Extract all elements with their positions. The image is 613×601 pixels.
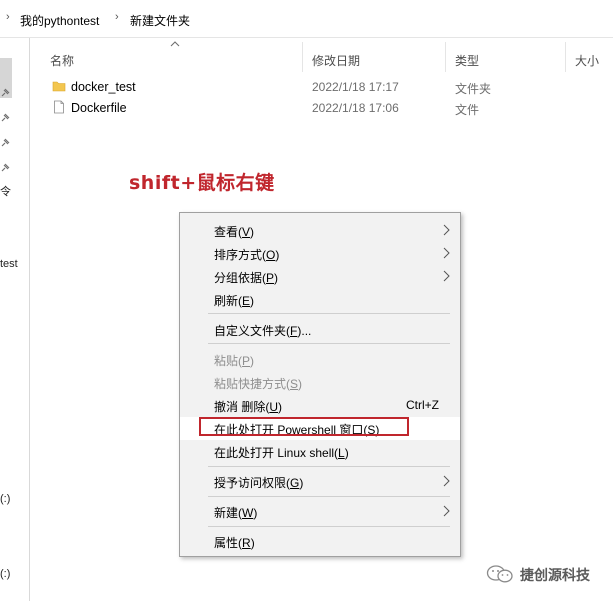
- highlight-box: [199, 417, 409, 436]
- pin-icon: [1, 138, 10, 147]
- watermark-text: 捷创源科技: [520, 567, 590, 583]
- menu-item-new[interactable]: 新建(W): [180, 500, 460, 523]
- nav-item-label[interactable]: (:): [0, 493, 10, 505]
- pin-icon: [1, 113, 10, 122]
- navigation-pane[interactable]: 令 test (:) (:): [0, 38, 30, 601]
- menu-item-label: 粘贴快捷方式(S): [214, 377, 303, 391]
- breadcrumb-parent[interactable]: 我的pythontest: [20, 12, 99, 29]
- menu-item-label: 属性(R): [214, 536, 255, 550]
- menu-item-label: 自定义文件夹(F)...: [214, 324, 312, 338]
- file-type: 文件夹: [455, 82, 492, 96]
- file-name[interactable]: docker_test: [71, 80, 136, 94]
- context-menu[interactable]: 查看(V) 排序方式(O) 分组依据(P) 刷新(E) 自定义文件夹(F)...…: [179, 212, 461, 557]
- menu-separator: [208, 496, 450, 497]
- file-row[interactable]: docker_test 2022/1/18 17:17 文件夹: [30, 77, 613, 97]
- column-header-name[interactable]: 名称: [50, 52, 74, 69]
- column-header-type[interactable]: 类型: [455, 52, 479, 69]
- pin-icon: [1, 163, 10, 172]
- menu-item-label: 查看(V): [214, 225, 255, 239]
- file-date: 2022/1/18 17:17: [312, 80, 399, 94]
- chevron-right-icon: [443, 224, 450, 236]
- column-header-row: 名称 修改日期 类型 大小: [30, 38, 613, 78]
- menu-item-group-by[interactable]: 分组依据(P): [180, 265, 460, 288]
- nav-item-label[interactable]: 令: [0, 183, 11, 199]
- chevron-right-icon: [443, 475, 450, 487]
- menu-item-undo-delete[interactable]: 撤消 删除(U) Ctrl+Z: [180, 394, 460, 417]
- menu-item-view[interactable]: 查看(V): [180, 219, 460, 242]
- file-icon: [54, 100, 64, 114]
- column-divider[interactable]: [445, 42, 446, 72]
- menu-item-label: 刷新(E): [214, 294, 255, 308]
- chevron-right-icon: [443, 270, 450, 282]
- chevron-right-icon: [443, 505, 450, 517]
- menu-separator: [208, 313, 450, 314]
- menu-item-sort-by[interactable]: 排序方式(O): [180, 242, 460, 265]
- column-header-size[interactable]: 大小: [575, 52, 599, 69]
- file-row[interactable]: Dockerfile 2022/1/18 17:06 文件: [30, 98, 613, 118]
- wechat-icon: [486, 565, 513, 583]
- menu-item-properties[interactable]: 属性(R): [180, 530, 460, 553]
- menu-separator: [208, 526, 450, 527]
- menu-item-label: 分组依据(P): [214, 271, 279, 285]
- pin-icon: [1, 88, 10, 97]
- column-divider[interactable]: [565, 42, 566, 72]
- menu-item-label: 在此处打开 Linux shell(L): [214, 446, 349, 460]
- menu-item-label: 粘贴(P): [214, 354, 255, 368]
- menu-item-label: 排序方式(O): [214, 248, 280, 262]
- menu-item-paste: 粘贴(P): [180, 348, 460, 371]
- menu-item-paste-shortcut: 粘贴快捷方式(S): [180, 371, 460, 394]
- menu-item-shortcut: Ctrl+Z: [406, 398, 439, 412]
- file-date: 2022/1/18 17:06: [312, 101, 399, 115]
- annotation-text: shift+鼠标右键: [129, 172, 275, 194]
- menu-item-open-linux-shell[interactable]: 在此处打开 Linux shell(L): [180, 440, 460, 463]
- file-type: 文件: [455, 103, 480, 117]
- nav-item-label[interactable]: (:): [0, 568, 10, 580]
- breadcrumb-current[interactable]: 新建文件夹: [130, 12, 190, 29]
- column-divider[interactable]: [302, 42, 303, 72]
- column-header-date[interactable]: 修改日期: [312, 52, 360, 69]
- menu-item-customize-folder[interactable]: 自定义文件夹(F)...: [180, 318, 460, 341]
- menu-item-label: 撤消 删除(U): [214, 400, 283, 414]
- menu-separator: [208, 466, 450, 467]
- menu-item-give-access[interactable]: 授予访问权限(G): [180, 470, 460, 493]
- menu-item-label: 授予访问权限(G): [214, 476, 304, 490]
- menu-item-refresh[interactable]: 刷新(E): [180, 288, 460, 311]
- folder-icon: [52, 81, 66, 92]
- menu-separator: [208, 343, 450, 344]
- file-name[interactable]: Dockerfile: [71, 101, 127, 115]
- address-bar[interactable]: › 我的pythontest › 新建文件夹: [0, 0, 613, 38]
- chevron-right-icon[interactable]: ›: [115, 11, 119, 23]
- chevron-right-icon[interactable]: ›: [6, 11, 10, 23]
- chevron-right-icon: [443, 247, 450, 259]
- menu-item-label: 新建(W): [214, 506, 258, 520]
- nav-item-label[interactable]: test: [0, 258, 18, 270]
